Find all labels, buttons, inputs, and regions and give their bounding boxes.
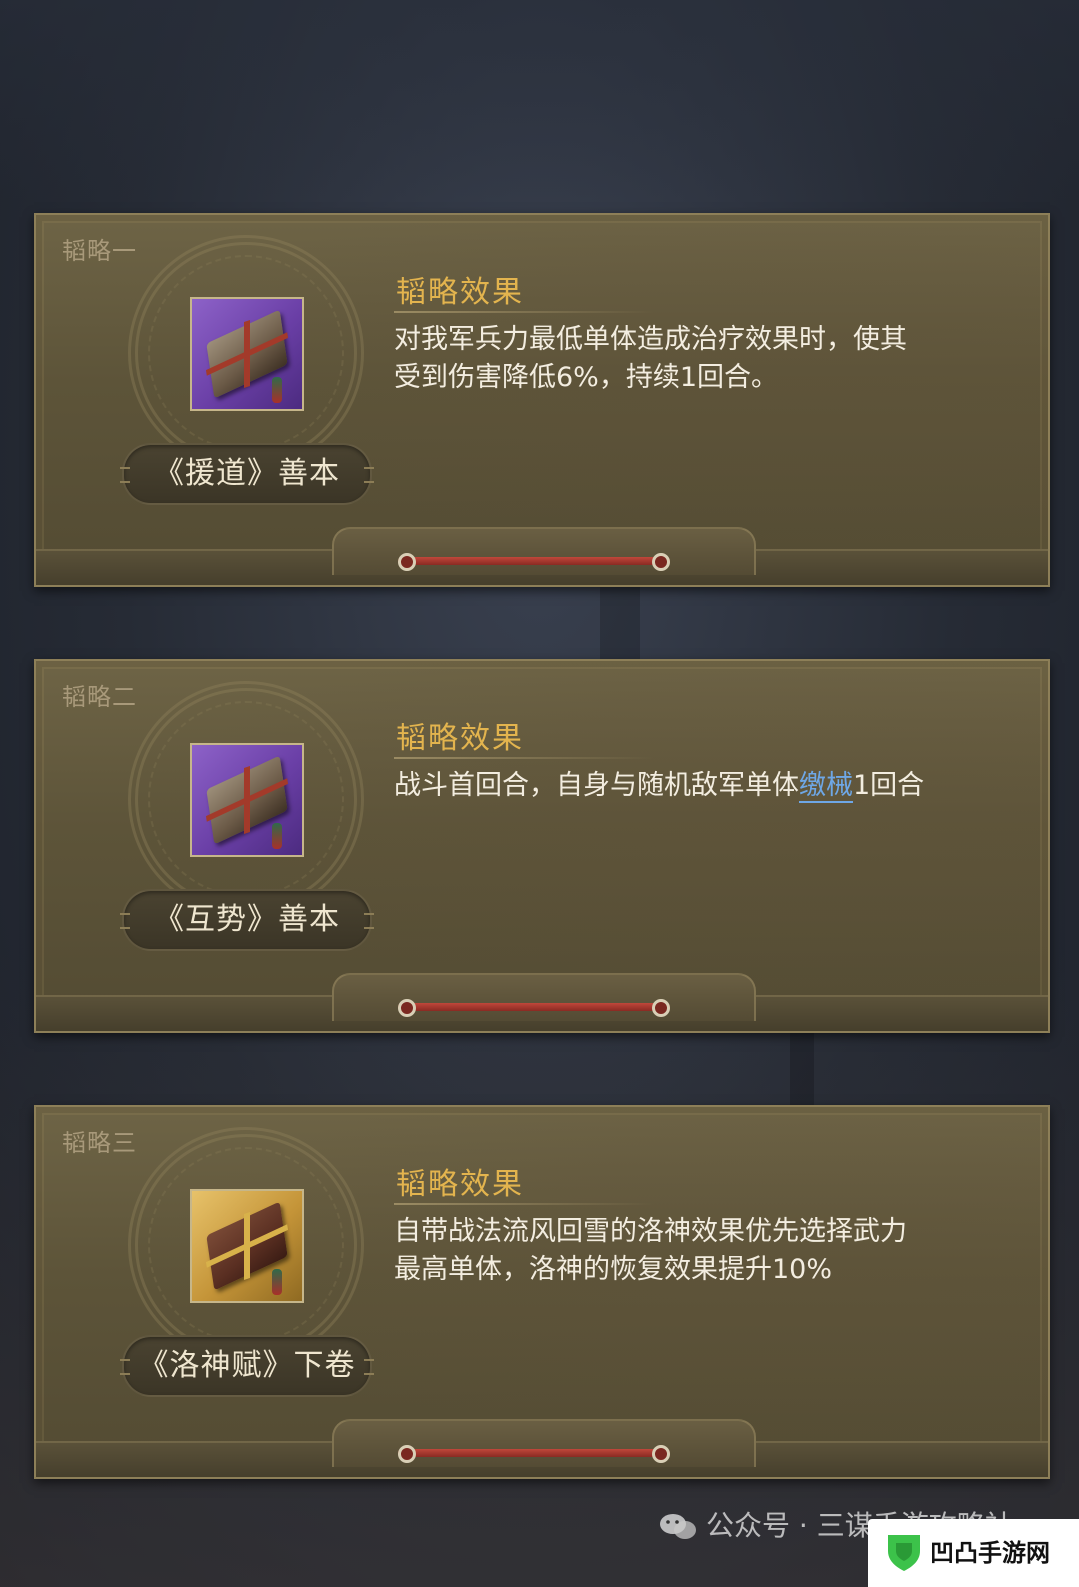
red-cord xyxy=(398,1003,670,1011)
effect-line: 最高单体，洛神的恢复效果提升10% xyxy=(394,1254,833,1285)
strategy-card-1[interactable]: 韬略一 《援道》善本 韬略效果 对我军兵力最低单体造成治疗效果时，使其 受到伤害… xyxy=(34,213,1050,587)
slot-label: 韬略二 xyxy=(62,683,137,711)
shield-logo-icon xyxy=(888,1535,920,1571)
book-icon[interactable] xyxy=(190,743,304,857)
effect-description: 战斗首回合，自身与随机敌军单体缴械1回合 xyxy=(394,767,994,805)
tassel xyxy=(272,823,282,849)
title-divider xyxy=(394,311,654,313)
red-cord xyxy=(398,1449,670,1457)
brand-badge[interactable]: 凹凸手游网 xyxy=(868,1519,1079,1587)
red-cord xyxy=(398,557,670,565)
effect-line: 自带战法流风回雪的洛神效果优先选择武力 xyxy=(394,1216,907,1247)
strategy-card-2[interactable]: 韬略二 《互势》善本 韬略效果 战斗首回合，自身与随机敌军单体缴械1回合 xyxy=(34,659,1050,1033)
effect-text-pre: 战斗首回合，自身与随机敌军单体 xyxy=(394,770,799,801)
card-bottom-tab xyxy=(332,973,756,1021)
wechat-icon xyxy=(660,1514,696,1539)
effect-line: 对我军兵力最低单体造成治疗效果时，使其 xyxy=(394,324,907,355)
cord-ring-right xyxy=(652,999,670,1017)
effect-title: 韬略效果 xyxy=(396,1167,524,1202)
keyword-link[interactable]: 缴械 xyxy=(799,770,853,803)
book-name-plate: 《援道》善本 xyxy=(120,443,374,505)
cord-ring-left xyxy=(398,553,416,571)
book-icon[interactable] xyxy=(190,297,304,411)
title-divider xyxy=(394,1203,654,1205)
effect-title: 韬略效果 xyxy=(396,721,524,756)
cord-ring-right xyxy=(652,1445,670,1463)
strategy-card-3[interactable]: 韬略三 《洛神赋》下卷 韬略效果 自带战法流风回雪的洛神效果优先选择武力 最高单… xyxy=(34,1105,1050,1479)
tassel xyxy=(272,377,282,403)
slot-label: 韬略三 xyxy=(62,1129,137,1157)
tassel xyxy=(272,1269,282,1295)
effect-line: 受到伤害降低6%，持续1回合。 xyxy=(394,362,779,393)
slot-label: 韬略一 xyxy=(62,237,137,265)
book-icon[interactable] xyxy=(190,1189,304,1303)
cord-ring-left xyxy=(398,1445,416,1463)
book-name-plate: 《互势》善本 xyxy=(120,889,374,951)
book-name-plate: 《洛神赋》下卷 xyxy=(120,1335,374,1397)
background-beam xyxy=(0,0,1079,200)
effect-text-post: 1回合 xyxy=(853,770,925,801)
cord-ring-right xyxy=(652,553,670,571)
effect-description: 对我军兵力最低单体造成治疗效果时，使其 受到伤害降低6%，持续1回合。 xyxy=(394,321,994,397)
effect-description: 自带战法流风回雪的洛神效果优先选择武力 最高单体，洛神的恢复效果提升10% xyxy=(394,1213,994,1289)
effect-title: 韬略效果 xyxy=(396,275,524,310)
background-beam xyxy=(600,580,640,660)
cord-ring-left xyxy=(398,999,416,1017)
brand-name: 凹凸手游网 xyxy=(930,1539,1050,1567)
title-divider xyxy=(394,757,654,759)
card-bottom-tab xyxy=(332,1419,756,1467)
card-bottom-tab xyxy=(332,527,756,575)
background-beam xyxy=(790,1030,814,1110)
